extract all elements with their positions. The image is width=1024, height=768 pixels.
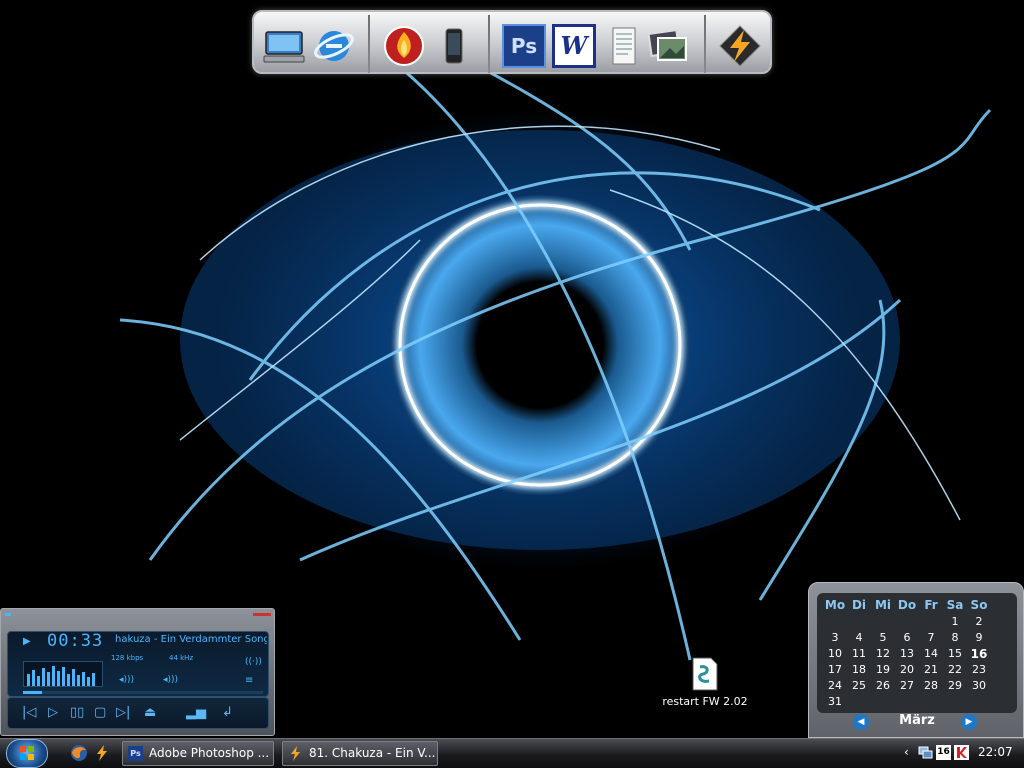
calendar-day[interactable]: 6 [895, 631, 919, 644]
calendar-weekday: Di [851, 598, 867, 612]
play-state-icon: ▶ [23, 636, 31, 647]
next-icon[interactable]: ▷| [116, 705, 130, 720]
calendar-day[interactable]: 31 [823, 695, 847, 708]
internet-explorer-icon[interactable] [312, 24, 356, 68]
stop-icon[interactable]: ▢ [94, 705, 106, 720]
calendar-day[interactable]: 2 [967, 615, 991, 628]
calendar-day[interactable]: 11 [847, 647, 871, 660]
task-button-winamp[interactable]: 81. Chakuza - Ein V... [282, 741, 438, 766]
calendar-today[interactable]: 16 [967, 647, 991, 661]
desktop-icon-restart-fw[interactable]: restart FW 2.02 [660, 657, 750, 713]
calendar-day[interactable]: 3 [823, 631, 847, 644]
word-icon[interactable]: W [552, 24, 596, 68]
calendar-day[interactable]: 1 [943, 615, 967, 628]
player-menu-icon[interactable] [5, 613, 11, 616]
player-track-title: hakuza - Ein Verdammter Song (4 [115, 634, 267, 645]
calendar-day[interactable]: 8 [943, 631, 967, 644]
previous-icon[interactable]: |◁ [22, 705, 36, 720]
desktop-icon-label: restart FW 2.02 [662, 695, 748, 708]
calendar-day[interactable]: 22 [943, 663, 967, 676]
firefox-icon[interactable] [70, 744, 88, 762]
script-file-icon [692, 657, 718, 691]
calendar-day[interactable]: 17 [823, 663, 847, 676]
calendar-month: März [899, 713, 935, 728]
calendar-day[interactable]: 7 [919, 631, 943, 644]
network-icon[interactable] [918, 745, 933, 760]
calendar-day[interactable]: 27 [895, 679, 919, 692]
calendar-day[interactable]: 13 [895, 647, 919, 660]
player-samplerate: 44 kHz [169, 654, 194, 662]
desktop[interactable]: Ps W restart FW 2.02 ▶ 00:33 hakuza - Ei… [0, 0, 1024, 768]
pause-icon[interactable]: ▯▯ [70, 705, 84, 720]
calendar-day[interactable]: 26 [871, 679, 895, 692]
calendar-day[interactable]: 24 [823, 679, 847, 692]
tray-clock[interactable]: 22:07 [978, 745, 1013, 759]
seek-bar[interactable] [23, 691, 263, 694]
dock-separator [368, 15, 370, 73]
player-elapsed-time: 00:33 [47, 631, 104, 651]
calendar-day[interactable]: 18 [847, 663, 871, 676]
next-month-icon[interactable]: ▶ [961, 714, 977, 730]
calendar-day[interactable]: 23 [967, 663, 991, 676]
calendar-weekday: Mo [824, 598, 846, 612]
player-visualizer [23, 661, 103, 687]
calendar-day[interactable]: 19 [871, 663, 895, 676]
calendar-day[interactable]: 12 [871, 647, 895, 660]
calendar-tray-icon[interactable]: 16 [936, 745, 951, 760]
calendar-day[interactable]: 4 [847, 631, 871, 644]
seek-progress [23, 691, 43, 694]
document-icon[interactable] [602, 24, 646, 68]
calendar-day[interactable]: 25 [847, 679, 871, 692]
calendar-grid: Mo Di Mi Do Fr Sa So 1 2 3 4 5 6 7 8 9 10 11 12 13 14 15 16 17 1… [817, 593, 1017, 713]
stereo-icon: ((·)) [245, 657, 262, 667]
calendar-day[interactable]: 20 [895, 663, 919, 676]
eject-icon[interactable]: ⏏ [144, 705, 156, 720]
media-player-widget: ▶ 00:33 hakuza - Ein Verdammter Song (4 … [0, 608, 275, 736]
windows-logo-icon [20, 746, 34, 760]
dock-separator [704, 15, 706, 73]
mobile-device-icon[interactable] [432, 24, 476, 68]
my-computer-icon[interactable] [262, 24, 306, 68]
calendar-day[interactable]: 28 [919, 679, 943, 692]
calendar-day[interactable]: 29 [943, 679, 967, 692]
calendar-widget: Mo Di Mi Do Fr Sa So 1 2 3 4 5 6 7 8 9 10 11 12 13 14 15 16 17 1… [808, 582, 1024, 738]
player-bitrate: 128 kbps [111, 654, 144, 662]
photoshop-icon: Ps [128, 746, 143, 761]
previous-month-icon[interactable]: ◀ [853, 714, 869, 730]
calendar-weekday: Do [897, 598, 917, 612]
dock-bar: Ps W [252, 10, 772, 74]
playlist-icon[interactable]: ↲ [222, 705, 233, 720]
winamp-icon[interactable] [718, 24, 762, 68]
calendar-day[interactable]: 21 [919, 663, 943, 676]
show-hidden-icon[interactable]: ‹ [904, 745, 909, 759]
winamp-quicklaunch-icon[interactable] [93, 744, 111, 762]
calendar-day[interactable]: 30 [967, 679, 991, 692]
calendar-weekday: So [970, 598, 988, 612]
calendar-day[interactable]: 5 [871, 631, 895, 644]
calendar-day[interactable]: 15 [943, 647, 967, 660]
task-label: Adobe Photoshop ... [149, 746, 270, 760]
task-button-photoshop[interactable]: Ps Adobe Photoshop ... [122, 741, 274, 766]
player-controls: |◁ ▷ ▯▯ ▢ ▷| ⏏ ▂▅ ↲ [7, 697, 269, 729]
dock-separator [488, 15, 490, 73]
image-viewer-icon[interactable] [646, 24, 690, 68]
winamp-icon [291, 746, 300, 761]
play-icon[interactable]: ▷ [48, 705, 58, 720]
equalizer-icon[interactable]: ▂▅ [186, 705, 206, 720]
menu-lines-icon[interactable]: ≡ [245, 675, 253, 686]
start-button[interactable] [6, 739, 48, 768]
kaspersky-icon[interactable] [954, 745, 969, 760]
player-close-icon[interactable] [253, 613, 271, 616]
photoshop-icon[interactable]: Ps [502, 24, 546, 68]
task-label: 81. Chakuza - Ein V... [309, 746, 436, 760]
calendar-weekday: Mi [874, 598, 892, 612]
volume-icon[interactable]: ◂))) [119, 675, 134, 685]
calendar-day[interactable]: 10 [823, 647, 847, 660]
balance-icon[interactable]: ◂))) [163, 675, 178, 685]
calendar-weekday: Fr [924, 598, 938, 612]
calendar-weekday: Sa [946, 598, 964, 612]
calendar-day[interactable]: 9 [967, 631, 991, 644]
calendar-day[interactable]: 14 [919, 647, 943, 660]
burning-app-icon[interactable] [382, 24, 426, 68]
